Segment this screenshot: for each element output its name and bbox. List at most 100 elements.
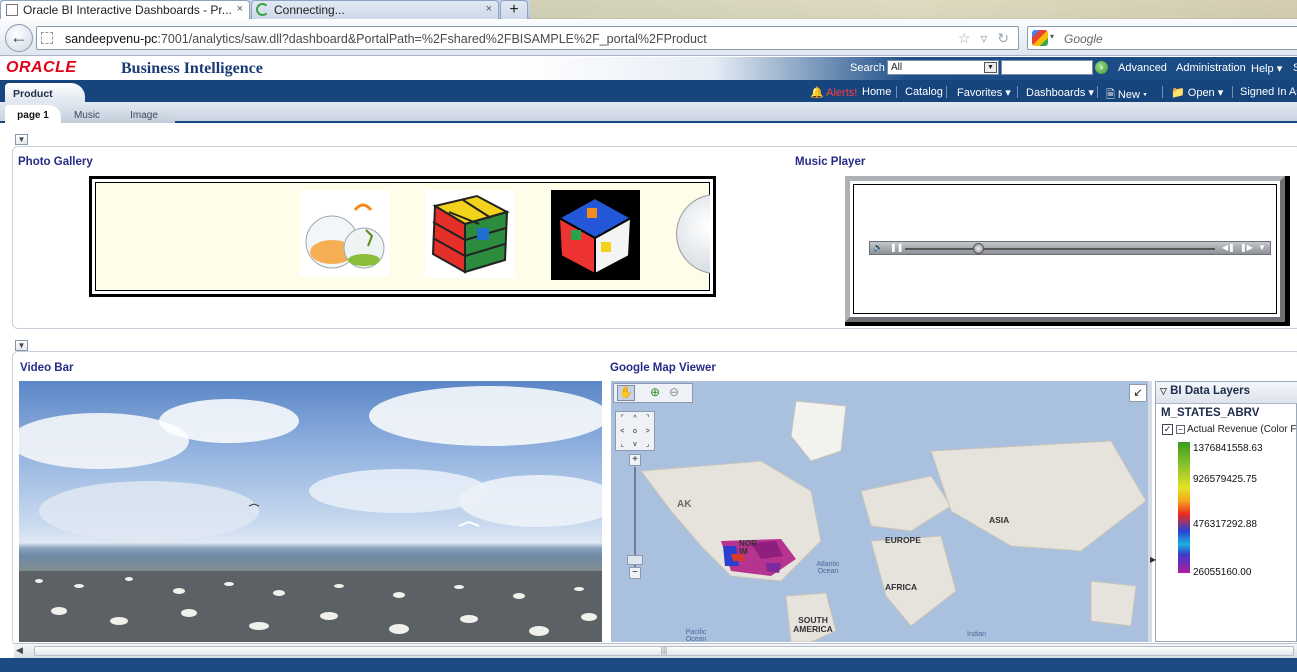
home-link[interactable]: Home [862, 86, 891, 98]
zoom-in-icon[interactable]: ⊕ [650, 385, 660, 399]
fishbowl-image[interactable] [300, 190, 389, 276]
open-menu[interactable]: 📁 Open ▾ [1171, 86, 1223, 99]
zoom-out-icon[interactable]: ⊖ [669, 385, 679, 399]
globe-image-partial[interactable] [676, 190, 710, 278]
pan-control[interactable]: ⌜ ^ ⌝ < o > ⌞ v ⌟ [615, 411, 655, 451]
pan-left-icon[interactable]: < [616, 425, 629, 438]
divider [1232, 86, 1233, 98]
pan-down-icon[interactable]: v [629, 438, 642, 451]
pan-hand-icon[interactable]: ✋ [617, 385, 635, 401]
map-viewer-title: Google Map Viewer [610, 362, 716, 374]
horizontal-scrollbar[interactable]: ◀ ||| [14, 643, 1297, 658]
center-icon[interactable]: o [629, 425, 642, 438]
seek-track[interactable] [905, 248, 1215, 250]
google-map[interactable]: AK NOR IM EUROPE ASIA AFRICA SOUTH AMERI… [611, 381, 1152, 642]
tab-music[interactable]: Music [61, 105, 113, 123]
browser-tab-strip: Oracle BI Interactive Dashboards - Pr...… [0, 0, 1297, 19]
pan-se-icon[interactable]: ⌟ [641, 438, 654, 451]
scroll-left-icon[interactable]: ◀ [16, 645, 23, 656]
expand-map-icon[interactable]: ↙ [1129, 384, 1147, 402]
map-label-ak: AK [677, 499, 692, 510]
pan-sw-icon[interactable]: ⌞ [616, 438, 629, 451]
close-tab-icon[interactable]: × [486, 3, 492, 15]
collapse-section-toggle[interactable]: ▼ [15, 340, 28, 351]
cut-off-link[interactable]: S [1293, 62, 1297, 74]
pause-icon[interactable]: ❚❚ [890, 243, 903, 252]
rubiks-cube-image[interactable] [425, 190, 515, 278]
tab-page-1[interactable]: page 1 [5, 105, 61, 123]
map-toolbar: ✋ ⊕ ⊖ [613, 383, 693, 403]
search-engine-box[interactable]: ▾ Google [1027, 26, 1297, 50]
address-bar[interactable]: sandeepvenu-pc:7001/analytics/saw.dll?da… [36, 26, 1019, 50]
dashboard-tab-product[interactable]: Product [5, 83, 85, 103]
favorites-menu[interactable]: Favorites ▾ [957, 86, 1011, 99]
pan-ne-icon[interactable]: ⌝ [641, 412, 654, 425]
advanced-link[interactable]: Advanced [1118, 62, 1167, 74]
media-controls[interactable]: 🔈 ❚❚ ◀❚ ❚▶ ▼ [869, 241, 1271, 255]
browser-tab-obi[interactable]: Oracle BI Interactive Dashboards - Pr...… [0, 0, 250, 19]
chevron-down-icon[interactable]: ▼ [1258, 243, 1266, 252]
pan-up-icon[interactable]: ^ [629, 412, 642, 425]
new-tab-button[interactable]: + [500, 0, 528, 19]
legend-value-2: 926579425.75 [1193, 474, 1257, 485]
rubiks-cube-icon [556, 196, 634, 276]
divider [1017, 86, 1018, 98]
volume-icon[interactable]: 🔈 [873, 243, 883, 252]
map-label-asia: ASIA [989, 515, 1010, 525]
zoom-slider-handle[interactable] [627, 555, 643, 565]
bookmark-star-icon[interactable]: ☆ ▿ ↻ [958, 30, 1012, 47]
browser-tab-connecting[interactable]: Connecting... × [251, 0, 499, 19]
close-tab-icon[interactable]: × [237, 3, 243, 15]
seek-handle[interactable] [973, 243, 984, 254]
chevron-down-icon[interactable]: ▾ [1050, 32, 1054, 41]
music-player-title: Music Player [795, 156, 866, 168]
layer-checkbox[interactable]: ✓ [1162, 424, 1173, 435]
next-icon[interactable]: ❚▶ [1240, 243, 1253, 252]
background-window-strip [530, 0, 1297, 19]
obi-header: ORACLE Business Intelligence Search All … [0, 57, 1297, 80]
search-go-icon[interactable]: › [1095, 61, 1108, 74]
page-icon [41, 32, 53, 44]
collapse-minus-icon[interactable]: − [1176, 425, 1185, 434]
help-menu[interactable]: Help ▾ [1251, 62, 1282, 75]
map-divider-handle[interactable] [1148, 381, 1152, 642]
layer-name: M_STATES_ABRV [1161, 407, 1260, 419]
map-label-south-america: SOUTH AMERICA [793, 615, 833, 634]
pan-nw-icon[interactable]: ⌜ [616, 412, 629, 425]
bi-data-layers-header[interactable]: ▽ BI Data Layers [1156, 382, 1297, 404]
collapse-triangle-icon[interactable]: ▽ [1160, 386, 1167, 396]
catalog-link[interactable]: Catalog [905, 86, 943, 98]
divider [1097, 86, 1098, 98]
player-area: 🔈 ❚❚ ◀❚ ❚▶ ▼ [853, 184, 1277, 314]
search-scope-select[interactable]: All ▼ [887, 60, 999, 75]
administration-link[interactable]: Administration [1176, 62, 1246, 74]
map-label-indian: Indian [967, 631, 987, 638]
map-label-africa: AFRICA [885, 582, 918, 592]
collapse-section-toggle[interactable]: ▼ [15, 134, 28, 145]
panel-splitter[interactable]: ▶ [1150, 555, 1156, 569]
loading-spinner-icon [256, 3, 269, 16]
music-player: 🔈 ❚❚ ◀❚ ❚▶ ▼ [845, 176, 1290, 326]
previous-icon[interactable]: ◀❚ [1222, 243, 1235, 252]
pan-right-icon[interactable]: > [641, 425, 654, 438]
rubiks-cube-dark-image[interactable] [551, 190, 640, 280]
video-player[interactable] [19, 381, 602, 642]
search-input[interactable] [1001, 60, 1093, 75]
google-icon [1032, 30, 1048, 46]
fishbowl-icon [305, 203, 385, 269]
oracle-logo: ORACLE [6, 59, 77, 76]
signed-in-as[interactable]: Signed In As [1240, 86, 1297, 98]
zoom-slider-track[interactable] [634, 467, 636, 567]
dashboards-menu[interactable]: Dashboards ▾ [1026, 86, 1094, 99]
player-frame: 🔈 ❚❚ ◀❚ ❚▶ ▼ [845, 176, 1285, 322]
alerts-link[interactable]: 🔔 Alerts! [810, 86, 857, 99]
footer-bar [0, 658, 1297, 672]
scroll-thumb[interactable]: ||| [34, 646, 1294, 656]
zoom-plus-button[interactable]: + [629, 454, 641, 466]
tab-image[interactable]: Image [113, 105, 175, 123]
world-map [640, 400, 1147, 642]
page-icon [6, 4, 18, 16]
zoom-minus-button[interactable]: − [629, 567, 641, 579]
video-bar-title: Video Bar [20, 362, 74, 374]
back-arrow-icon[interactable]: ← [5, 24, 33, 52]
